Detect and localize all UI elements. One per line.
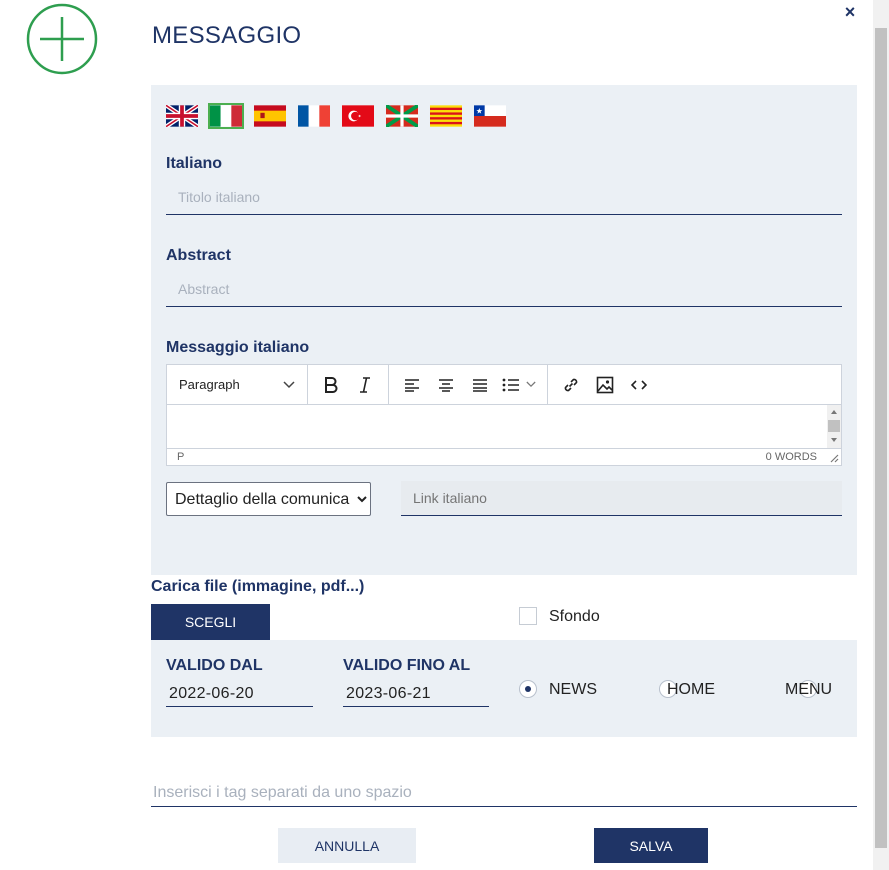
paragraph-label: Paragraph: [179, 377, 240, 392]
radio-home-label: HOME: [667, 681, 715, 698]
radio-news-label: NEWS: [549, 681, 597, 698]
insert-image-button[interactable]: [588, 370, 622, 400]
abstract-input[interactable]: [166, 272, 842, 307]
chevron-down-icon: [526, 381, 536, 388]
upload-label: Carica file (immagine, pdf...): [151, 578, 365, 595]
link-icon: [564, 378, 578, 391]
save-button[interactable]: SALVA: [594, 828, 708, 863]
italic-icon: [360, 376, 370, 393]
flag-turkey-icon[interactable]: [342, 105, 374, 127]
image-icon: [596, 376, 614, 393]
valid-to-label: VALIDO FINO AL: [343, 657, 471, 674]
editor-toolbar: Paragraph: [167, 365, 841, 405]
valid-from-label: VALIDO DAL: [166, 657, 263, 674]
radio-menu-label: MENU: [785, 681, 833, 698]
align-center-icon: [439, 378, 453, 392]
flag-italy-icon[interactable]: [208, 103, 244, 129]
flag-france-icon[interactable]: [298, 105, 330, 127]
word-count: 0 WORDS: [765, 451, 817, 463]
close-icon[interactable]: ×: [840, 2, 860, 22]
language-flags: [166, 103, 518, 129]
add-circle-icon: [26, 3, 98, 75]
text-style-group: [308, 365, 389, 404]
bullet-list-icon: [502, 378, 519, 391]
radio-news[interactable]: [519, 680, 537, 698]
flag-catalonia-icon[interactable]: [430, 105, 462, 127]
flag-spain-icon[interactable]: [254, 105, 286, 127]
rich-text-editor: Paragraph P 0 WORDS: [166, 364, 842, 466]
sfondo-label: Sfondo: [549, 608, 600, 625]
flag-chile-icon[interactable]: [474, 105, 506, 127]
bullet-list-dropdown[interactable]: [497, 370, 541, 400]
message-italian-label: Messaggio italiano: [166, 339, 310, 356]
code-icon: [631, 379, 647, 390]
choose-file-button[interactable]: SCEGLI: [151, 604, 270, 640]
element-path: P: [177, 451, 185, 463]
page-title: MESSAGGIO: [152, 22, 302, 49]
align-justify-button[interactable]: [463, 370, 497, 400]
page-scrollbar-thumb[interactable]: [875, 28, 887, 848]
communication-type-select[interactable]: Dettaglio della comunicazione: [166, 482, 371, 516]
bold-button[interactable]: [314, 370, 348, 400]
flag-uk-icon[interactable]: [166, 105, 198, 127]
insert-group: [548, 365, 662, 404]
title-italian-input[interactable]: [166, 180, 842, 215]
flag-basque-icon[interactable]: [386, 105, 418, 127]
link-italian-input[interactable]: [401, 481, 842, 516]
align-left-button[interactable]: [395, 370, 429, 400]
italic-button[interactable]: [348, 370, 382, 400]
paragraph-dropdown[interactable]: Paragraph: [173, 370, 301, 400]
resize-handle-icon[interactable]: [830, 454, 839, 463]
align-justify-icon: [473, 378, 487, 392]
valid-from-input[interactable]: 2022-06-20: [166, 680, 313, 707]
editor-statusbar: P 0 WORDS: [167, 448, 841, 465]
abstract-label: Abstract: [166, 247, 231, 264]
italiano-label: Italiano: [166, 155, 223, 172]
cancel-button[interactable]: ANNULLA: [278, 828, 416, 863]
bold-icon: [325, 376, 338, 393]
sfondo-checkbox[interactable]: [519, 607, 537, 625]
alignment-group: [389, 365, 548, 404]
block-format-group: Paragraph: [167, 365, 308, 404]
editor-scroll-arrows-icon: [828, 410, 840, 442]
insert-link-button[interactable]: [554, 370, 588, 400]
editor-scrollbar[interactable]: [827, 405, 841, 449]
chevron-down-icon: [283, 380, 295, 388]
align-left-icon: [405, 378, 419, 392]
source-code-button[interactable]: [622, 370, 656, 400]
valid-to-input[interactable]: 2023-06-21: [343, 680, 489, 707]
align-center-button[interactable]: [429, 370, 463, 400]
tags-input[interactable]: [151, 780, 857, 807]
